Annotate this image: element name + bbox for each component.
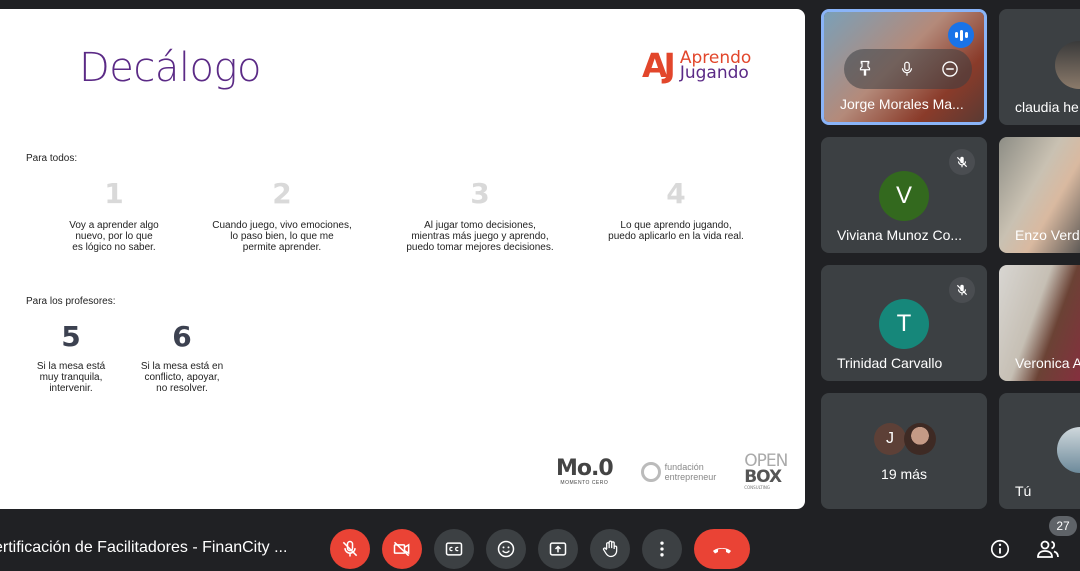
participant-tile-claudia[interactable]: claudia he	[999, 9, 1080, 125]
item-text: Si la mesa está en conflicto, apoyar, no…	[140, 361, 224, 394]
remove-icon[interactable]	[940, 59, 960, 79]
camera-off-icon	[393, 541, 410, 557]
more-icon	[660, 541, 664, 557]
fundacion-entrepreneur-logo: fundación entrepreneur	[640, 461, 716, 482]
item-text: Al jugar tomo decisiones, mientras más j…	[406, 220, 554, 253]
participant-tile-self[interactable]: Tú	[999, 393, 1080, 509]
participant-name: Veronica A	[1015, 355, 1080, 371]
participants-count-badge: 27	[1049, 516, 1077, 536]
participant-name: claudia he	[1015, 99, 1079, 115]
logo-line2: Jugando	[679, 62, 749, 83]
ring-icon	[640, 461, 661, 482]
decalogue-item-1: 1 Voy a aprender algo nuevo, por lo que …	[54, 177, 174, 253]
avatar	[904, 423, 936, 455]
captions-icon	[445, 542, 463, 556]
mic-toggle-button[interactable]	[330, 529, 370, 569]
participant-name: Enzo Verd	[1015, 227, 1080, 243]
presentation-slide: Decálogo AJ Aprendo Jugando Para todos: …	[0, 9, 805, 509]
item-number: 1	[104, 177, 124, 210]
decalogue-item-2: 2 Cuando juego, vivo emociones, lo paso …	[202, 177, 362, 253]
participant-tile-veronica[interactable]: Veronica A	[999, 265, 1080, 381]
item-number: 3	[470, 177, 490, 210]
item-number: 5	[61, 320, 81, 353]
logo-mark: AJ	[642, 46, 676, 85]
item-text: Voy a aprender algo nuevo, por lo que es…	[69, 220, 159, 253]
present-button[interactable]	[538, 529, 578, 569]
avatar: V	[879, 171, 929, 221]
tile-hover-controls	[844, 49, 972, 89]
raise-hand-button[interactable]	[590, 529, 630, 569]
item-text: Cuando juego, vivo emociones, lo paso bi…	[212, 220, 352, 253]
participant-tile-trinidad[interactable]: T Trinidad Carvallo	[821, 265, 987, 381]
item-number: 2	[272, 177, 292, 210]
item-text: Si la mesa está muy tranquila, interveni…	[36, 361, 106, 394]
more-options-button[interactable]	[642, 529, 682, 569]
camera-toggle-button[interactable]	[382, 529, 422, 569]
slide-title: Decálogo	[79, 45, 261, 91]
info-icon	[990, 539, 1010, 559]
item-number: 6	[172, 320, 192, 353]
mic-off-icon	[949, 277, 975, 303]
openbox-logo: OPEN BOX CONSULTING	[744, 451, 788, 491]
item-number: 4	[666, 177, 686, 210]
participant-name: Trinidad Carvallo	[837, 355, 943, 371]
emoji-icon	[497, 540, 515, 558]
aprendo-jugando-logo: AJ Aprendo Jugando	[642, 49, 751, 82]
participant-tile-jorge[interactable]: Jorge Morales Ma...	[821, 9, 987, 125]
speaking-indicator-icon	[948, 22, 974, 48]
avatar: J	[874, 423, 906, 455]
participant-tile-more[interactable]: J 19 más	[821, 393, 987, 509]
more-participants-avatars: J	[874, 423, 936, 455]
item-text: Lo que aprendo jugando, puedo aplicarlo …	[608, 220, 744, 242]
decalogue-item-3: 3 Al jugar tomo decisiones, mientras más…	[395, 177, 565, 253]
meeting-details-button[interactable]	[987, 536, 1013, 562]
leave-call-button[interactable]	[694, 529, 750, 569]
people-icon	[1037, 540, 1059, 558]
people-button[interactable]	[1035, 536, 1061, 562]
avatar: T	[879, 299, 929, 349]
pin-icon[interactable]	[856, 60, 874, 78]
section-label-all: Para todos:	[26, 153, 78, 164]
mic-off-icon	[342, 540, 358, 557]
reactions-button[interactable]	[486, 529, 526, 569]
participant-name: Jorge Morales Ma...	[840, 96, 964, 112]
mic-icon[interactable]	[898, 60, 916, 78]
avatar	[1055, 41, 1080, 89]
momento-cero-logo: Mo.0 MOMENTO CERO	[556, 455, 614, 486]
participant-tile-viviana[interactable]: V Viviana Munoz Co...	[821, 137, 987, 253]
avatar	[1057, 427, 1080, 473]
participant-name: Viviana Munoz Co...	[837, 227, 963, 243]
decalogue-item-6: 6 Si la mesa está en conflicto, apoyar, …	[132, 320, 232, 394]
meet-window: Decálogo AJ Aprendo Jugando Para todos: …	[0, 0, 1080, 571]
present-icon	[549, 542, 567, 556]
more-participants-label: 19 más	[881, 466, 927, 482]
participant-name: Tú	[1015, 483, 1032, 499]
decalogue-item-5: 5 Si la mesa está muy tranquila, interve…	[26, 320, 116, 394]
decalogue-item-4: 4 Lo que aprendo jugando, puedo aplicarl…	[596, 177, 756, 242]
hangup-icon	[713, 548, 731, 554]
mic-off-icon	[949, 149, 975, 175]
raise-hand-icon	[602, 540, 618, 558]
sponsor-logos: Mo.0 MOMENTO CERO fundación entrepreneur…	[556, 451, 788, 491]
section-label-teachers: Para los profesores:	[26, 296, 116, 307]
participant-tile-enzo[interactable]: Enzo Verd	[999, 137, 1080, 253]
meeting-title: ertificación de Facilitadores - FinanCit…	[0, 539, 288, 556]
captions-button[interactable]	[434, 529, 474, 569]
